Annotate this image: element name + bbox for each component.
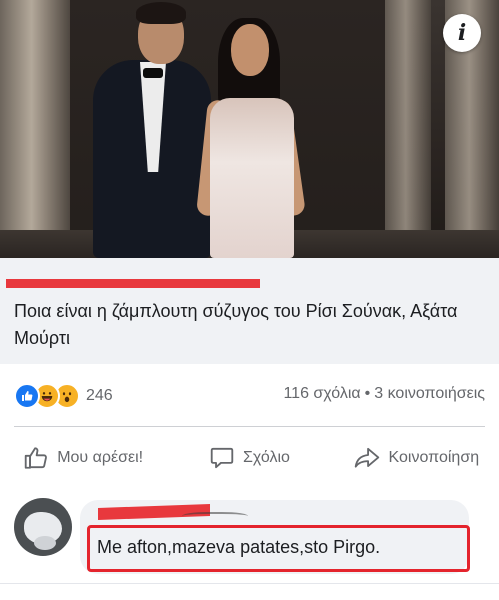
link-preview[interactable]: Ποια είναι η ζάμπλουτη σύζυγος του Ρίσι …: [0, 258, 499, 364]
comment-bubble-icon: [210, 447, 234, 469]
post-stats: 246 116 σχόλια • 3 κοινοποιήσεις: [0, 364, 499, 428]
redaction-bar: [6, 279, 260, 288]
share-button[interactable]: Κοινοποίηση: [333, 436, 499, 480]
reaction-count: 246: [86, 387, 113, 404]
divider: [0, 583, 499, 584]
info-button[interactable]: i: [443, 14, 481, 52]
like-button-label: Μου αρέσει!: [57, 449, 144, 466]
like-icon: [14, 383, 40, 409]
bowtie: [143, 68, 163, 78]
post-headline[interactable]: Ποια είναι η ζάμπλουτη σύζυγος του Ρίσι …: [14, 298, 492, 352]
commenter-avatar[interactable]: [14, 498, 72, 556]
like-button[interactable]: Μου αρέσει!: [0, 436, 166, 480]
engagement-counts: 116 σχόλια • 3 κοινοποιήσεις: [283, 385, 485, 403]
comments-count-link[interactable]: 116 σχόλια: [283, 385, 360, 402]
share-button-label: Κοινοποίηση: [388, 449, 480, 466]
reactions-summary[interactable]: 246: [14, 383, 113, 409]
share-arrow-icon: [354, 447, 379, 468]
action-bar: Μου αρέσει! Σχόλιο Κοινοποίηση: [0, 436, 499, 480]
thumbs-up-icon: [24, 447, 48, 469]
facebook-post: i Ποια είναι η ζάμπλουτη σύζυγος του Ρίσ…: [0, 0, 499, 600]
comment-text: Me afton,mazeva patates,sto Pirgo.: [97, 537, 381, 557]
commenter-name-obscured: [182, 512, 248, 522]
post-photo[interactable]: i: [0, 0, 499, 258]
comment-button-label: Σχόλιο: [243, 449, 290, 466]
info-icon: i: [457, 20, 467, 46]
separator-dot: •: [364, 385, 371, 402]
divider: [14, 426, 485, 427]
comment-button[interactable]: Σχόλιο: [166, 436, 332, 480]
shares-count-link[interactable]: 3 κοινοποιήσεις: [374, 385, 485, 402]
